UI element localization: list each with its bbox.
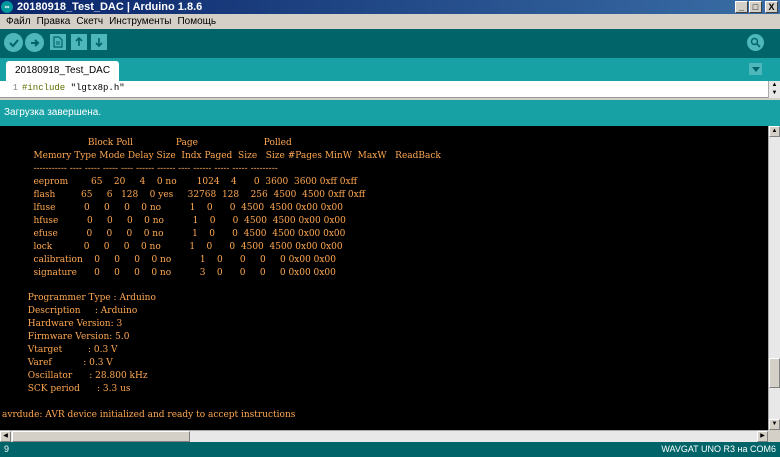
code-editor[interactable]: 1 #include "lgtx8p.h" ▲ ▼ [0, 81, 780, 98]
serial-monitor-magnifier-icon [750, 37, 761, 48]
console-line: calibration 0 0 0 0 no 1 0 0 0 0 0x00 0x… [2, 254, 336, 265]
console-line: Oscillator : 28.800 kHz [2, 371, 148, 382]
scroll-down-arrow-icon[interactable]: ▼ [769, 419, 780, 430]
menu-edit[interactable]: Правка [34, 16, 74, 27]
save-button[interactable] [91, 34, 107, 50]
code-line[interactable]: #include "lgtx8p.h" [22, 83, 125, 93]
console-line: eeprom 65 20 4 0 no 1024 4 0 3600 3600 0… [2, 176, 358, 187]
verify-check-icon [8, 38, 19, 47]
scroll-up-arrow-icon[interactable]: ▲ [769, 126, 780, 137]
console-horizontal-scrollbar[interactable]: ◀ ▶ [0, 430, 768, 442]
console-line: lfuse 0 0 0 0 no 1 0 0 4500 4500 0x00 0x… [2, 202, 343, 213]
upload-button[interactable] [25, 33, 44, 52]
menu-tools[interactable]: Инструменты [106, 16, 174, 27]
maximize-button[interactable]: □ [749, 1, 762, 13]
open-button[interactable] [71, 34, 87, 50]
arduino-infinity-icon: ∞ [1, 1, 13, 13]
console-hscroll-thumb[interactable] [12, 431, 190, 442]
new-button[interactable] [50, 34, 66, 50]
footer-bar: 9 WAVGAT UNO R3 на COM6 [0, 442, 780, 457]
console-line: lock 0 0 0 0 no 1 0 0 4500 4500 0x00 0x0… [2, 241, 343, 252]
scroll-left-arrow-icon[interactable]: ◀ [0, 431, 11, 442]
footer-line-number: 9 [4, 444, 10, 454]
console-line: Memory Type Mode Delay Size Indx Paged S… [2, 150, 441, 161]
serial-monitor-button[interactable] [747, 34, 764, 51]
tab-menu-button[interactable] [749, 63, 762, 75]
menu-bar: Файл Правка Скетч Инструменты Помощь [0, 14, 780, 29]
console-output: Block Poll Page Polled Memory Type Mode … [0, 126, 768, 430]
footer-board-port: WAVGAT UNO R3 на COM6 [661, 444, 776, 454]
toolbar [0, 29, 780, 58]
line-number: 1 [12, 83, 18, 93]
console-vertical-scrollbar[interactable]: ▲ ▼ [768, 126, 780, 430]
scroll-right-arrow-icon[interactable]: ▶ [757, 431, 768, 442]
console-line: flash 65 6 128 0 yes 32768 128 256 4500 … [2, 189, 366, 200]
menu-help[interactable]: Помощь [174, 16, 219, 27]
title-bar: ∞ 20180918_Test_DAC | Arduino 1.8.6 _ □ … [0, 0, 780, 14]
upload-arrow-icon [30, 38, 39, 47]
menu-file[interactable]: Файл [3, 16, 34, 27]
close-button[interactable]: X [765, 1, 778, 13]
verify-button[interactable] [4, 33, 23, 52]
console-line: Firmware Version: 5.0 [2, 332, 130, 343]
tab-20180918-test-dac[interactable]: 20180918_Test_DAC [6, 61, 120, 81]
console-line: Description : Arduino [2, 306, 138, 317]
tab-menu-triangle-icon [751, 66, 760, 72]
new-file-icon [53, 36, 63, 48]
console-text: Block Poll Page Polled Memory Type Mode … [2, 137, 441, 422]
minimize-button[interactable]: _ [735, 1, 748, 13]
console-line: efuse 0 0 0 0 no 1 0 0 4500 4500 0x00 0x… [2, 228, 346, 239]
console-vscroll-thumb[interactable] [769, 358, 780, 388]
save-down-arrow-icon [95, 38, 103, 48]
window-title: 20180918_Test_DAC | Arduino 1.8.6 [17, 1, 203, 13]
console-line: SCK period : 3.3 us [2, 384, 131, 395]
console-line: Varef : 0.3 V [2, 358, 113, 369]
console-line: Programmer Type : Arduino [2, 293, 156, 304]
status-message: Загрузка завершена. [0, 100, 780, 126]
console-line: hfuse 0 0 0 0 no 1 0 0 4500 4500 0x00 0x… [2, 215, 346, 226]
editor-scrollbar[interactable]: ▲ ▼ [768, 81, 780, 98]
tab-bar: 20180918_Test_DAC [0, 58, 780, 81]
code-argument: "lgtx8p.h" [65, 83, 125, 93]
window-controls: _ □ X [735, 1, 778, 13]
scroll-corner [768, 430, 780, 442]
console-line: Vtarget : 0.3 V [2, 345, 118, 356]
console-line: signature 0 0 0 0 no 3 0 0 0 0 0x00 0x00 [2, 267, 336, 278]
console-line: Block Poll Page Polled [2, 138, 292, 148]
console-line: avrdude: AVR device initialized and read… [2, 410, 296, 421]
console-line: Hardware Version: 3 [2, 319, 123, 330]
console-line: ----------- ---- ----- ----- ---- ------… [2, 163, 278, 174]
code-directive: #include [22, 83, 66, 93]
menu-sketch[interactable]: Скетч [73, 16, 106, 27]
open-up-arrow-icon [75, 36, 83, 46]
